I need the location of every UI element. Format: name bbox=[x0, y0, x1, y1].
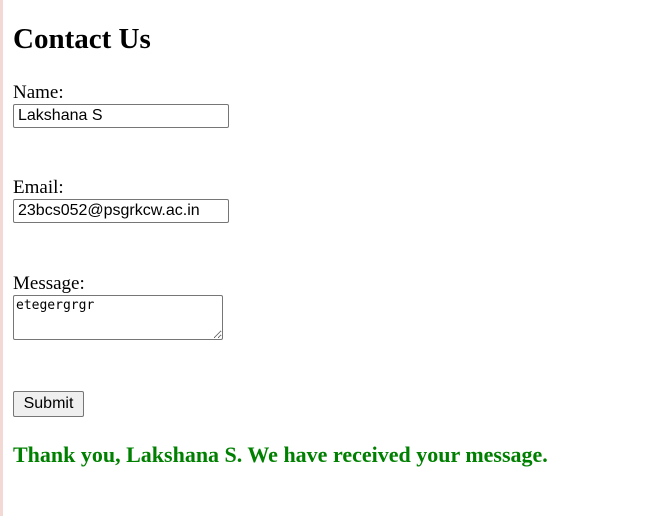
window-edge bbox=[0, 0, 3, 516]
message-label: Message: bbox=[13, 273, 85, 294]
name-label: Name: bbox=[13, 82, 64, 103]
name-input[interactable] bbox=[13, 104, 229, 128]
email-label: Email: bbox=[13, 177, 64, 198]
email-input[interactable] bbox=[13, 199, 229, 223]
page-title: Contact Us bbox=[13, 23, 151, 55]
confirmation-message: Thank you, Lakshana S. We have received … bbox=[13, 442, 548, 467]
submit-button[interactable]: Submit bbox=[13, 391, 84, 417]
message-textarea[interactable]: etegergrgr bbox=[13, 295, 223, 340]
